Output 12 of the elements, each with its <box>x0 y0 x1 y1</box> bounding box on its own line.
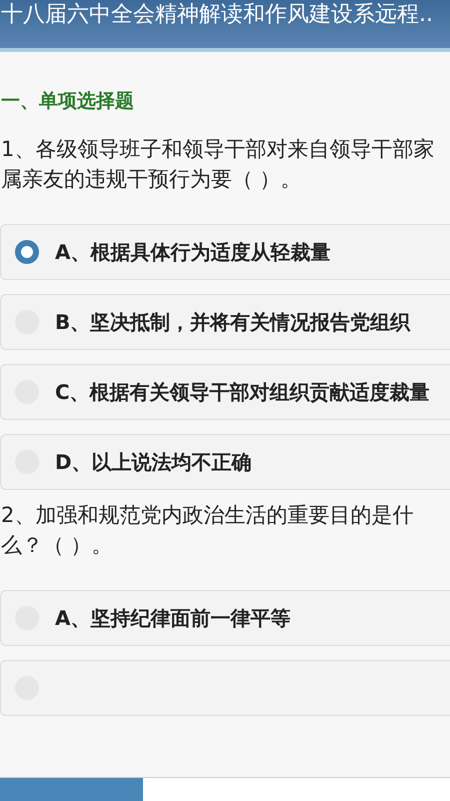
page-title: 十八届六中全会精神解读和作风建设系远程.. <box>1 1 433 29</box>
question-text: 1、各级领导班子和领导干部对来自领导干部家属亲友的违规干预行为要（ ）。 <box>1 136 436 193</box>
answer-option[interactable]: B、坚决抵制，并将有关情况报告党组织 <box>0 294 450 350</box>
answer-option[interactable]: A、根据具体行为适度从轻裁量 <box>0 224 450 280</box>
section-title: 一、单项选择题 <box>1 89 135 114</box>
bottom-tab[interactable] <box>0 778 143 801</box>
answer-option[interactable]: A、坚持纪律面前一律平等 <box>0 590 450 646</box>
answer-option[interactable] <box>0 660 450 716</box>
answer-option[interactable]: D、以上说法均不正确 <box>0 434 450 490</box>
radio-button[interactable] <box>15 240 39 264</box>
question-text: 2、加强和规范党内政治生活的重要目的是什么？（ ）。 <box>1 502 414 559</box>
answer-option[interactable]: C、根据有关领导干部对组织贡献适度裁量 <box>0 364 450 420</box>
